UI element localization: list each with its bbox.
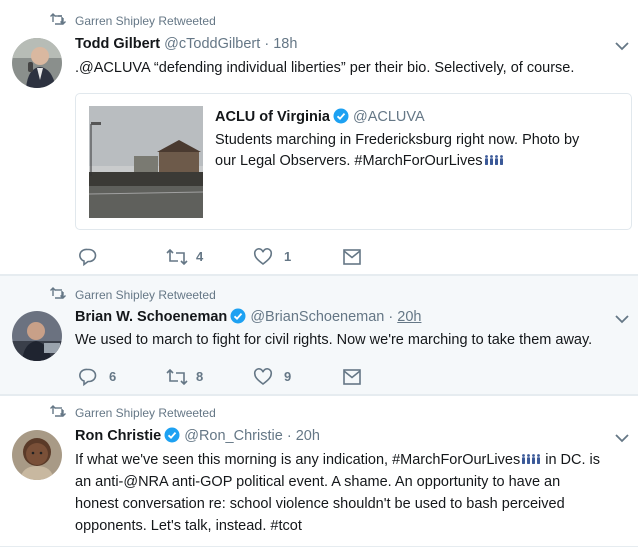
- avatar-image: [12, 430, 62, 480]
- people-emoji-icon: [484, 155, 503, 165]
- verified-icon: [333, 108, 349, 124]
- quoted-photo[interactable]: [89, 106, 203, 218]
- author-handle[interactable]: @Ron_Christie: [184, 428, 283, 444]
- tweet-text-fragment: in DC. is: [541, 452, 601, 468]
- avatar[interactable]: [12, 430, 62, 480]
- tweet-text-line: honest conversation re: school violence …: [75, 496, 565, 512]
- separator: ·: [388, 309, 394, 325]
- quoted-text-line: our Legal Observers. #MarchForOurLives: [215, 151, 615, 172]
- verified-icon: [164, 427, 180, 443]
- message-icon: [343, 249, 361, 265]
- quoted-author-handle[interactable]: @ACLUVA: [353, 109, 425, 125]
- retweet-context-label: Garren Shipley Retweeted: [75, 14, 216, 28]
- reply-icon: [79, 368, 97, 387]
- caret-down-icon[interactable]: [614, 314, 630, 324]
- timestamp[interactable]: 18h: [273, 36, 297, 52]
- tweet-text-line: an anti-@NRA anti-GOP political event. A…: [75, 474, 561, 490]
- quoted-author-name[interactable]: ACLU of Virginia: [215, 109, 330, 125]
- retweet-context-label: Garren Shipley Retweeted: [75, 406, 216, 420]
- author-name[interactable]: Brian W. Schoeneman: [75, 309, 227, 325]
- author-name[interactable]: Ron Christie: [75, 428, 161, 444]
- avatar[interactable]: [12, 38, 62, 88]
- author-handle[interactable]: @BrianSchoeneman: [250, 309, 384, 325]
- tweet-text-line: If what we've seen this morning is any i…: [75, 449, 631, 471]
- tweet[interactable]: Garren Shipley Retweeted Brian W. Schoen…: [0, 276, 638, 395]
- verified-icon: [230, 308, 246, 324]
- avatar[interactable]: [12, 311, 62, 361]
- like-count: 9: [284, 369, 292, 384]
- retweet-icon: [166, 368, 188, 386]
- tweet-text: We used to march to fight for civil righ…: [75, 332, 593, 348]
- caret-down-icon[interactable]: [614, 41, 630, 51]
- tweet-header: Ron Christie @Ron_Christie · 20h: [75, 426, 320, 446]
- caret-down-icon[interactable]: [614, 433, 630, 443]
- quoted-header: ACLU of Virginia @ACLUVA: [215, 107, 425, 127]
- tweet-text-line: opponents. Let's talk, instead. #tcot: [75, 518, 302, 534]
- tweet-header: Brian W. Schoeneman @BrianSchoeneman · 2…: [75, 307, 421, 327]
- avatar-image: [12, 38, 62, 88]
- retweet-icon: [50, 405, 66, 417]
- timestamp[interactable]: 20h: [397, 309, 421, 325]
- tweet[interactable]: Garren Shipley Retweeted Ron Christie @R…: [0, 396, 638, 547]
- retweet-icon: [166, 248, 188, 266]
- like-icon: [253, 248, 273, 266]
- author-name[interactable]: Todd Gilbert: [75, 36, 160, 52]
- reply-count: 6: [109, 369, 117, 384]
- retweet-count: 4: [196, 249, 204, 264]
- quoted-text-fragment: our Legal Observers. #MarchForOurLives: [215, 153, 483, 169]
- quoted-text-line: Students marching in Fredericksburg righ…: [215, 132, 580, 148]
- separator: ·: [286, 428, 292, 444]
- tweet-text: .@ACLUVA “defending individual liberties…: [75, 60, 575, 76]
- message-icon: [343, 369, 361, 385]
- like-icon: [253, 368, 273, 386]
- retweet-icon: [50, 13, 66, 25]
- tweet-text-fragment: If what we've seen this morning is any i…: [75, 452, 521, 468]
- retweet-count: 8: [196, 369, 204, 384]
- reply-icon: [79, 248, 97, 267]
- people-emoji-icon: [522, 454, 541, 464]
- author-handle[interactable]: @cToddGilbert: [164, 36, 260, 52]
- like-count: 1: [284, 249, 292, 264]
- quoted-tweet[interactable]: ACLU of Virginia @ACLUVA Students marchi…: [75, 93, 632, 230]
- tweet-text: If what we've seen this morning is any i…: [75, 449, 631, 537]
- separator: ·: [264, 36, 270, 52]
- avatar-image: [12, 311, 62, 361]
- quoted-text: Students marching in Fredericksburg righ…: [215, 130, 615, 172]
- tweet[interactable]: Garren Shipley Retweeted Todd Gilbert @c…: [0, 0, 638, 275]
- tweet-header: Todd Gilbert @cToddGilbert · 18h: [75, 34, 297, 54]
- retweet-context-label: Garren Shipley Retweeted: [75, 288, 216, 302]
- timestamp[interactable]: 20h: [296, 428, 320, 444]
- retweet-icon: [50, 287, 66, 299]
